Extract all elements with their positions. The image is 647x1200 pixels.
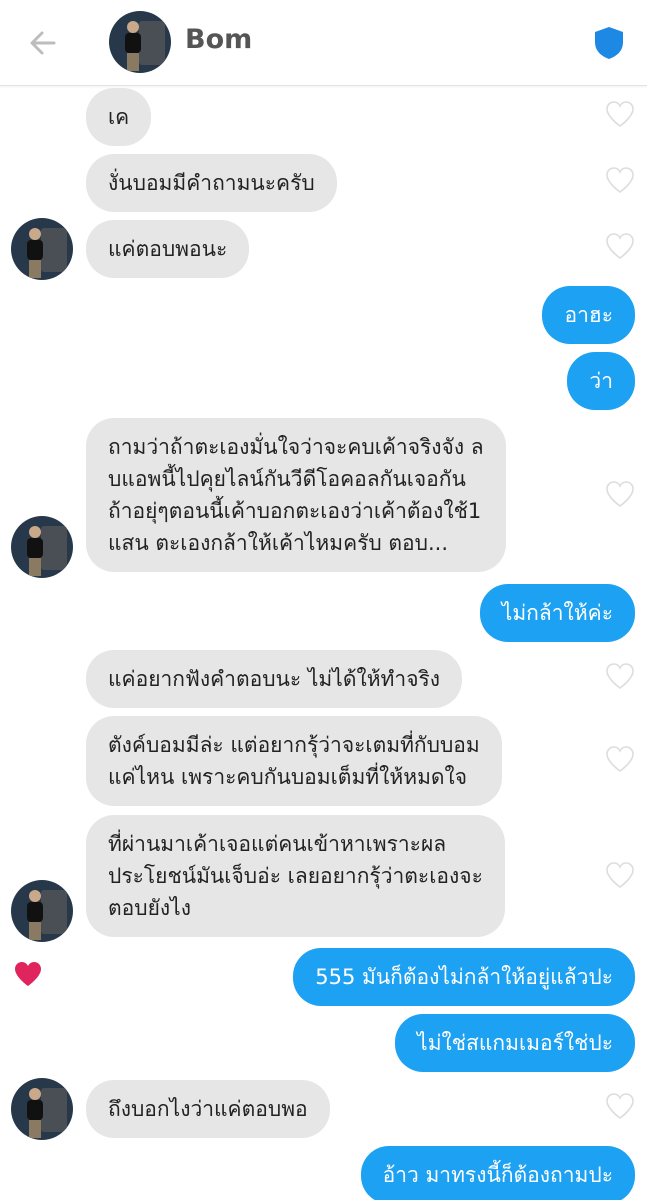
message-bubble-incoming[interactable]: ที่ผ่านมาเค้าเจอแต่คนเข้าหาเพราะผล ประโย… [86, 815, 505, 937]
message-line: แสน ตะเองกล้าให้เค้าไหมครับ ตอบ... [108, 531, 449, 555]
message-bubble-outgoing[interactable]: อ้าว มาทรงนี้ก็ต้องถามปะ [360, 1146, 635, 1200]
heart-outline-icon[interactable] [605, 166, 635, 194]
message-line: ตอบยังไง [108, 896, 191, 920]
message-text: ถึงบอกไงว่าแค่ตอบพอ [108, 1097, 308, 1121]
message-bubble-outgoing[interactable]: ไม่กล้าให้ค่ะ [479, 584, 635, 642]
message-text: 555 มันก็ต้องไม่กล้าให้อยู่แล้วปะ [315, 965, 613, 989]
message-text: เค [108, 105, 130, 129]
message-bubble-outgoing[interactable]: ว่า [567, 352, 635, 410]
message-line: ถ้าอยุ่ๆตอนนี้เค้าบอกตะเองว่าเค้าต้องใช้… [108, 499, 482, 523]
heart-filled-icon[interactable] [13, 960, 43, 988]
message-bubble-incoming[interactable]: แค่อยากฟังคำตอบนะ ไม่ได้ให้ทำจริง [86, 650, 463, 708]
message-line: แค่ไหน เพราะคบกันบอมเต็มที่ให้หมดใจ [108, 765, 468, 789]
contact-avatar[interactable] [109, 11, 171, 73]
heart-outline-icon[interactable] [605, 232, 635, 260]
shield-icon[interactable] [592, 25, 626, 61]
message-bubble-incoming[interactable]: แค่ตอบพอนะ [86, 220, 250, 278]
contact-name[interactable]: Bom [185, 24, 252, 55]
message-bubble-incoming[interactable]: ตังค์บอมมีล่ะ แต่อยากรุ้ว่าจะเตมที่กับบอ… [86, 716, 502, 806]
sender-avatar[interactable] [11, 880, 73, 942]
sender-avatar[interactable] [11, 1078, 73, 1140]
message-bubble-outgoing[interactable]: อาฮะ [542, 286, 635, 344]
message-bubble-incoming[interactable]: ถึงบอกไงว่าแค่ตอบพอ [86, 1080, 330, 1138]
message-line: ตังค์บอมมีล่ะ แต่อยากรุ้ว่าจะเตมที่กับบอ… [108, 733, 480, 757]
message-bubble-incoming[interactable]: งั่นบอมมีคำถามนะครับ [86, 154, 337, 212]
message-line: ประโยชน์มันเจ็บอ่ะ เลยอยากรุ้ว่าตะเองจะ [108, 864, 483, 888]
message-text: แค่อยากฟังคำตอบนะ ไม่ได้ให้ทำจริง [108, 667, 441, 691]
back-arrow-icon[interactable] [26, 26, 60, 60]
heart-outline-icon[interactable] [605, 662, 635, 690]
message-bubble-incoming[interactable]: ถามว่าถ้าตะเองมั่นใจว่าจะคบเค้าจริงจัง ล… [86, 418, 506, 572]
message-text: ไม่ใช่สแกมเมอร์ใช่ปะ [417, 1031, 613, 1055]
message-bubble-outgoing[interactable]: ไม่ใช่สแกมเมอร์ใช่ปะ [395, 1014, 635, 1072]
message-text: ไม่กล้าให้ค่ะ [501, 601, 613, 625]
message-text: งั่นบอมมีคำถามนะครับ [108, 171, 315, 195]
message-text: แค่ตอบพอนะ [108, 237, 228, 261]
heart-outline-icon[interactable] [605, 100, 635, 128]
heart-outline-icon[interactable] [605, 480, 635, 508]
message-text: อ้าว มาทรงนี้ก็ต้องถามปะ [382, 1163, 613, 1187]
message-text: ว่า [589, 369, 613, 393]
message-line: ถามว่าถ้าตะเองมั่นใจว่าจะคบเค้าจริงจัง ล [108, 435, 484, 459]
sender-avatar[interactable] [11, 218, 73, 280]
message-line: ที่ผ่านมาเค้าเจอแต่คนเข้าหาเพราะผล [108, 832, 447, 856]
sender-avatar[interactable] [11, 516, 73, 578]
chat-header: Bom [0, 0, 647, 86]
heart-outline-icon[interactable] [605, 745, 635, 773]
message-bubble-outgoing[interactable]: 555 มันก็ต้องไม่กล้าให้อยู่แล้วปะ [293, 948, 635, 1006]
message-line: บแอพนี้ไปคุยไลน์กันวีดีโอคอลกันเจอกัน [108, 467, 466, 491]
heart-outline-icon[interactable] [605, 1092, 635, 1120]
message-bubble-incoming[interactable]: เค [86, 88, 152, 146]
message-text: อาฮะ [564, 303, 613, 327]
heart-outline-icon[interactable] [605, 861, 635, 889]
